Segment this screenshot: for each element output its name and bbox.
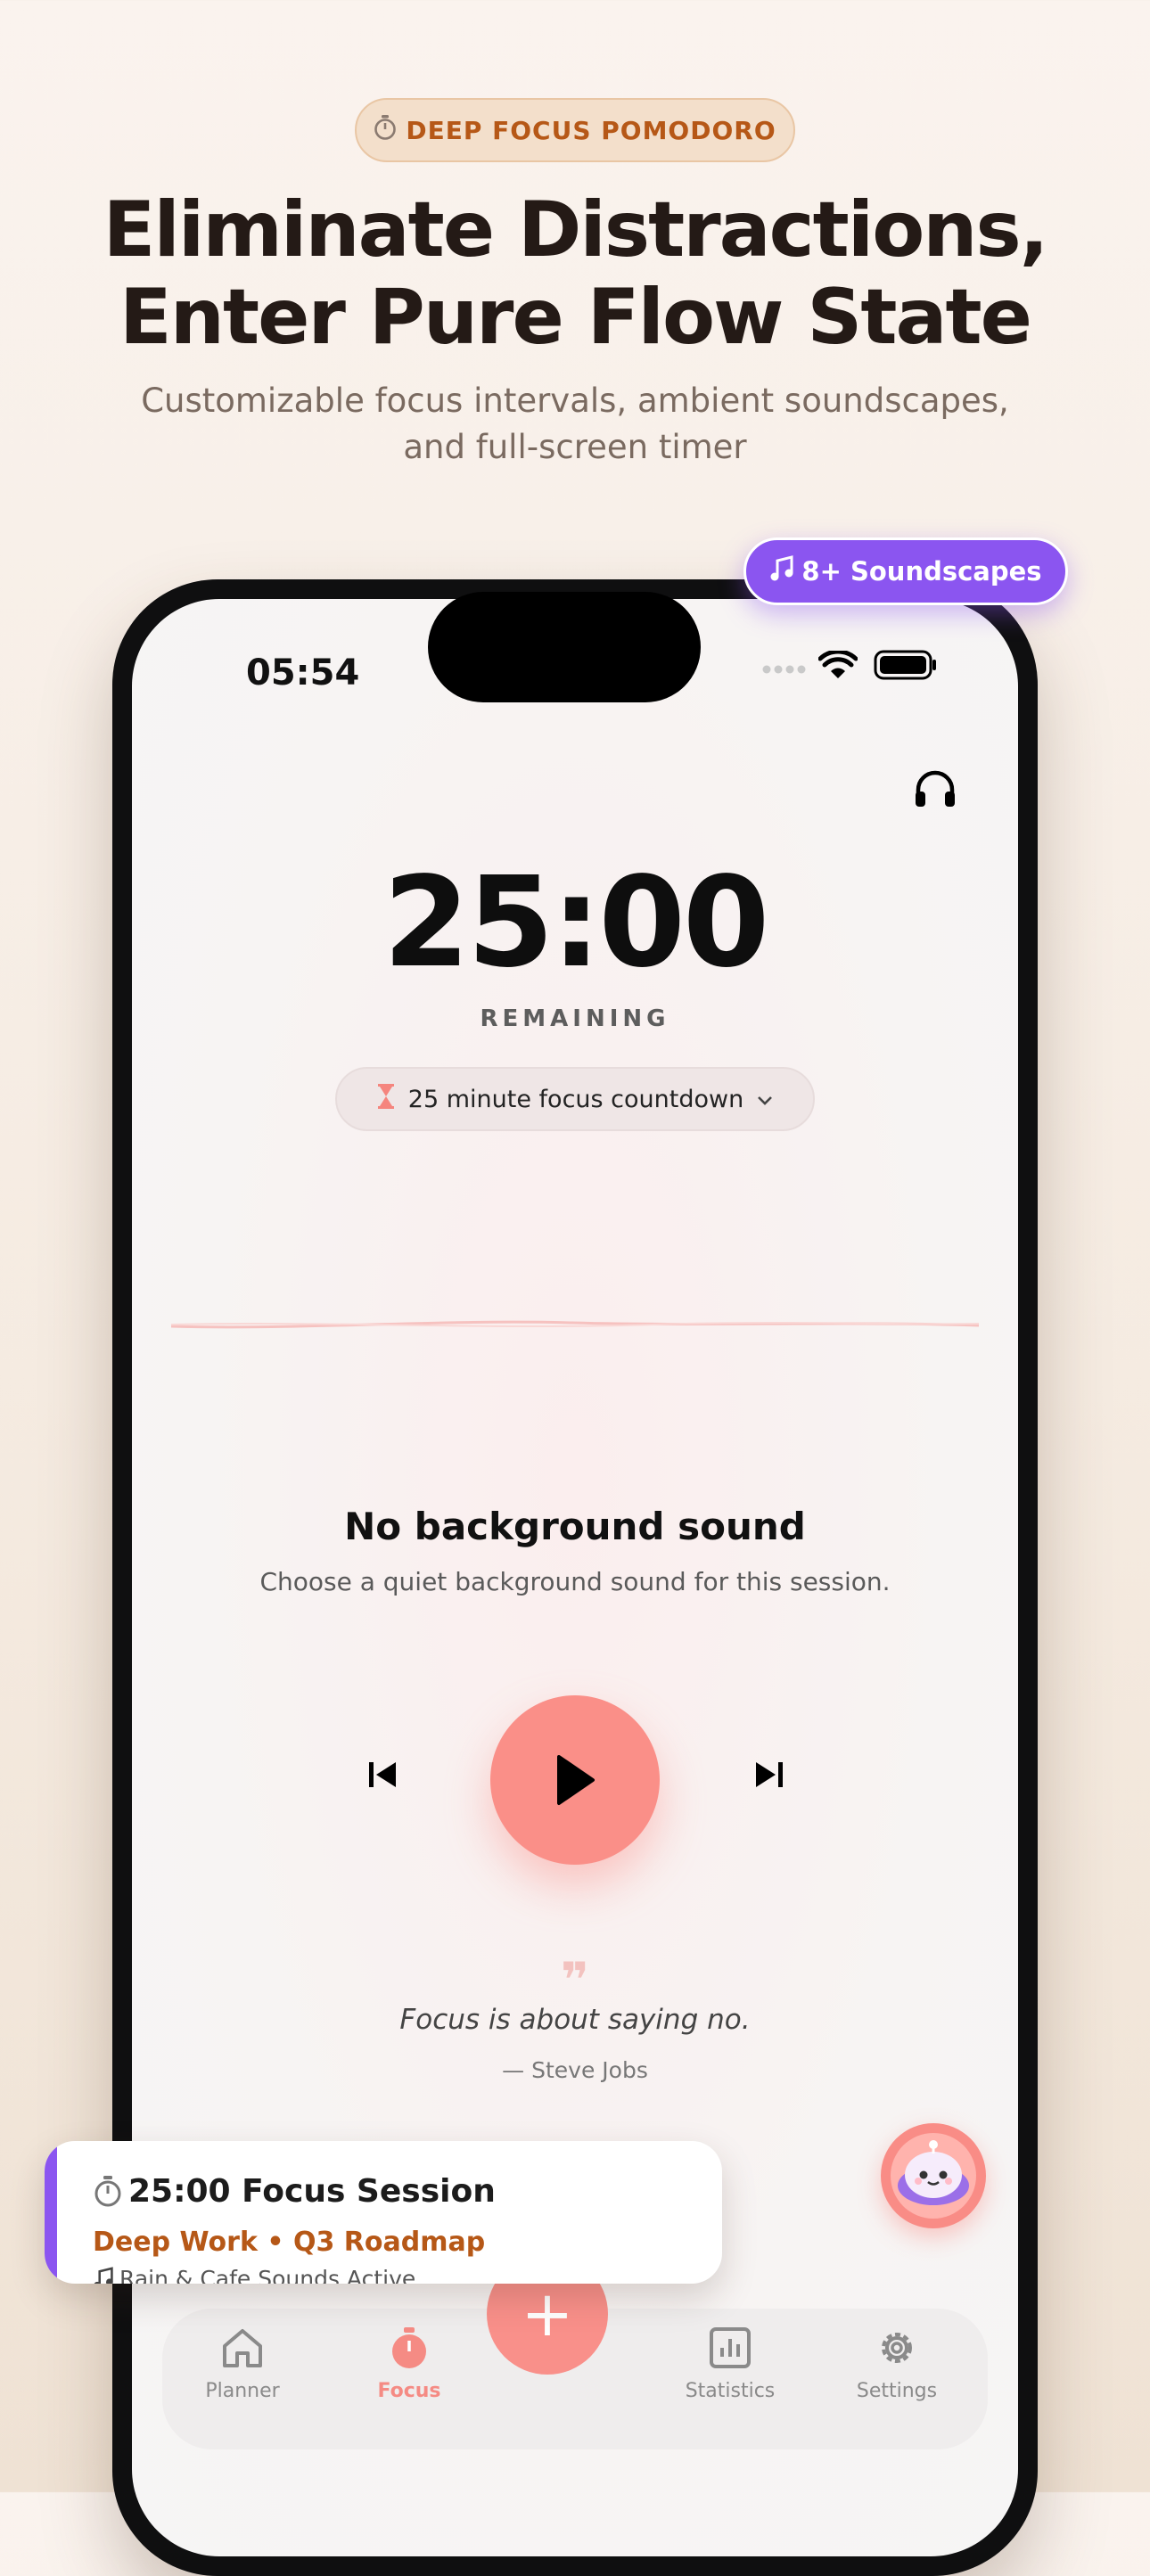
dynamic-island	[428, 592, 701, 702]
soundscapes-pill: 8+ Soundscapes	[743, 537, 1068, 605]
home-icon	[223, 2329, 262, 2367]
headline-line-2: Enter Pure Flow State	[119, 273, 1032, 362]
status-time: 05:54	[246, 652, 360, 693]
timer-display: 25:00	[382, 850, 770, 996]
signal-dots-icon	[761, 661, 808, 678]
play-button[interactable]	[490, 1695, 660, 1865]
sound-description: Choose a quiet background sound for this…	[259, 1567, 891, 1596]
tab-focus[interactable]: Focus	[329, 2326, 489, 2402]
quote-mark-icon: ❞	[561, 1952, 589, 2008]
session-card-title: 25:00 Focus Session	[93, 2173, 496, 2210]
session-card-note: Rain & Cafe Sounds Active	[93, 2266, 415, 2284]
assistant-robot-button[interactable]	[881, 2123, 986, 2228]
stopwatch-icon	[94, 2176, 121, 2207]
session-card-subtitle: Deep Work • Q3 Roadmap	[93, 2227, 486, 2258]
sound-waveform	[170, 1312, 980, 1342]
tab-label: Focus	[377, 2380, 441, 2402]
focus-mode-label: 25 minute focus countdown	[407, 1085, 744, 1113]
chart-icon	[710, 2327, 751, 2368]
headphones-icon[interactable]	[913, 768, 957, 813]
headline-line-1: Eliminate Distractions,	[103, 185, 1049, 275]
wifi-icon	[817, 649, 858, 685]
music-note-icon	[769, 554, 794, 588]
tab-label: Settings	[856, 2380, 938, 2402]
plus-icon: +	[521, 2277, 574, 2350]
gear-icon	[882, 2333, 912, 2363]
tab-label: Planner	[205, 2380, 280, 2402]
subheadline-line-1: Customizable focus intervals, ambient so…	[141, 381, 1009, 420]
chevron-down-icon	[756, 1086, 774, 1113]
battery-icon	[874, 649, 938, 685]
next-track-button[interactable]	[751, 1760, 786, 1793]
tab-settings[interactable]: Settings	[817, 2326, 977, 2402]
tab-statistics[interactable]: Statistics	[650, 2326, 810, 2402]
sound-title: No background sound	[344, 1505, 806, 1548]
session-card-note-text: Rain & Cafe Sounds Active	[119, 2266, 416, 2284]
feature-badge: DEEP FOCUS POMODORO	[355, 98, 795, 162]
tab-planner[interactable]: Planner	[162, 2326, 323, 2402]
stopwatch-icon	[392, 2327, 426, 2368]
session-card-accent	[45, 2141, 57, 2284]
music-note-icon	[94, 2267, 113, 2284]
session-card-title-text: 25:00 Focus Session	[128, 2173, 496, 2210]
quote-author: — Steve Jobs	[502, 2057, 648, 2083]
focus-mode-selector[interactable]: 25 minute focus countdown	[335, 1067, 815, 1131]
robot-icon	[891, 2133, 976, 2219]
feature-badge-label: DEEP FOCUS POMODORO	[406, 115, 776, 145]
session-card: 25:00 Focus Session Deep Work • Q3 Roadm…	[45, 2141, 722, 2284]
subheadline-line-2: and full-screen timer	[403, 428, 747, 466]
tab-label: Statistics	[685, 2380, 776, 2402]
previous-track-button[interactable]	[366, 1760, 401, 1793]
stopwatch-icon	[374, 114, 397, 147]
hourglass-icon	[376, 1083, 396, 1116]
play-icon	[557, 1755, 595, 1805]
timer-label: REMAINING	[480, 1005, 670, 1032]
quote-text: Focus is about saying no.	[399, 2004, 751, 2036]
soundscapes-pill-label: 8+ Soundscapes	[801, 556, 1042, 587]
